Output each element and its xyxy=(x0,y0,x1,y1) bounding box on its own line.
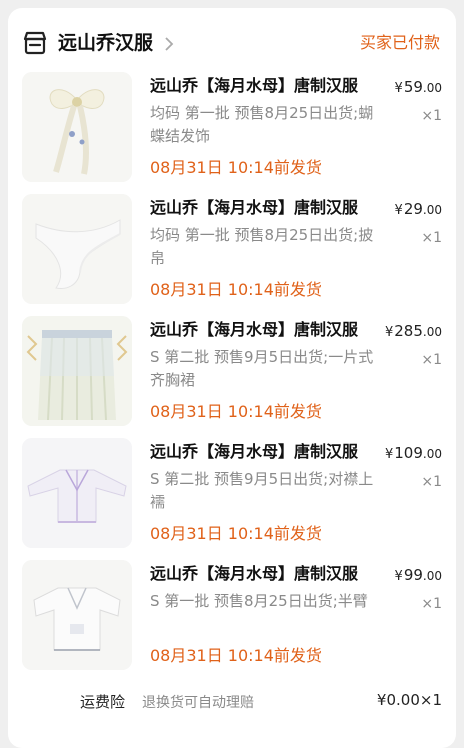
insurance-price: ¥0.00×1 xyxy=(377,691,442,709)
item-price: ¥29.00 xyxy=(395,198,442,222)
item-quantity: ×1 xyxy=(421,108,442,124)
item-quantity: ×1 xyxy=(421,474,442,490)
price-decimal: .00 xyxy=(422,81,442,95)
order-item[interactable]: 远山乔【海月水母】唐制汉服 S 第二批 预售9月5日出货;对襟上襦 08月31日… xyxy=(8,438,456,556)
item-spec: S 第二批 预售9月5日出货;对襟上襦 xyxy=(150,470,374,511)
order-item[interactable]: 远山乔【海月水母】唐制汉服 S 第一批 预售8月25日出货;半臂 08月31日 … xyxy=(8,560,456,678)
item-spec: S 第一批 预售8月25日出货;半臂 xyxy=(150,592,368,610)
currency-symbol: ¥ xyxy=(394,569,403,584)
item-title[interactable]: 远山乔【海月水母】唐制汉服 xyxy=(150,318,375,342)
item-price: ¥285.00 xyxy=(385,320,442,344)
item-title[interactable]: 远山乔【海月水母】唐制汉服 xyxy=(150,196,375,220)
price-integer: 29 xyxy=(403,200,423,218)
skirt-image[interactable] xyxy=(22,316,132,426)
item-quantity: ×1 xyxy=(421,596,442,612)
insurance-quantity: ×1 xyxy=(419,691,442,709)
item-price: ¥59.00 xyxy=(395,76,442,100)
currency-symbol: ¥ xyxy=(384,325,394,340)
item-quantity: ×1 xyxy=(421,352,442,368)
item-quantity: ×1 xyxy=(421,230,442,246)
price-integer: 99 xyxy=(403,566,423,584)
item-title[interactable]: 远山乔【海月水母】唐制汉服 xyxy=(150,440,375,464)
ship-deadline: 08月31日 10:14前发货 xyxy=(150,646,322,665)
shawl-image[interactable] xyxy=(22,194,132,304)
chevron-right-icon[interactable] xyxy=(164,36,174,52)
shop-icon xyxy=(23,31,47,55)
order-item[interactable]: 远山乔【海月水母】唐制汉服 均码 第一批 预售8月25日出货;披帛 08月31日… xyxy=(8,194,456,312)
item-spec: S 第二批 预售9月5日出货;一片式齐胸裙 xyxy=(150,348,374,389)
currency-symbol: ¥ xyxy=(394,203,403,218)
ship-deadline: 08月31日 10:14前发货 xyxy=(150,402,322,421)
bow-hair-accessory-image[interactable] xyxy=(22,72,132,182)
item-spec: 均码 第一批 预售8月25日出货;蝴蝶结发饰 xyxy=(150,104,374,145)
currency-symbol: ¥ xyxy=(394,81,403,96)
price-integer: 59 xyxy=(403,78,423,96)
order-item[interactable]: 远山乔【海月水母】唐制汉服 均码 第一批 预售8月25日出货;蝴蝶结发饰 08月… xyxy=(8,72,456,190)
shop-header[interactable]: 远山乔汉服 买家已付款 xyxy=(8,8,456,76)
price-integer: 285 xyxy=(394,322,423,340)
price-decimal: .00 xyxy=(422,569,442,583)
ship-deadline: 08月31日 10:14前发货 xyxy=(150,524,322,543)
insurance-label: 运费险 xyxy=(80,693,126,711)
shipping-insurance-row[interactable]: 运费险 退换货可自动理赔 ¥0.00×1 xyxy=(8,688,456,718)
price-decimal: .00 xyxy=(422,325,442,339)
price-decimal: .00 xyxy=(422,203,442,217)
item-price: ¥99.00 xyxy=(395,564,442,588)
price-integer: 109 xyxy=(394,444,423,462)
currency-symbol: ¥ xyxy=(384,447,394,462)
item-title[interactable]: 远山乔【海月水母】唐制汉服 xyxy=(150,74,375,98)
item-spec: 均码 第一批 预售8月25日出货;披帛 xyxy=(150,226,374,267)
shop-name[interactable]: 远山乔汉服 xyxy=(58,28,153,58)
price-decimal: .00 xyxy=(422,447,442,461)
order-item[interactable]: 远山乔【海月水母】唐制汉服 S 第二批 预售9月5日出货;一片式齐胸裙 08月3… xyxy=(8,316,456,434)
ship-deadline: 08月31日 10:14前发货 xyxy=(150,158,322,177)
insurance-description: 退换货可自动理赔 xyxy=(142,695,254,711)
item-title[interactable]: 远山乔【海月水母】唐制汉服 xyxy=(150,562,375,586)
half-sleeve-image[interactable] xyxy=(22,560,132,670)
order-status: 买家已付款 xyxy=(359,33,440,52)
top-garment-image[interactable] xyxy=(22,438,132,548)
insurance-amount: ¥0.00 xyxy=(376,691,420,709)
ship-deadline: 08月31日 10:14前发货 xyxy=(150,280,322,299)
item-price: ¥109.00 xyxy=(385,442,442,466)
